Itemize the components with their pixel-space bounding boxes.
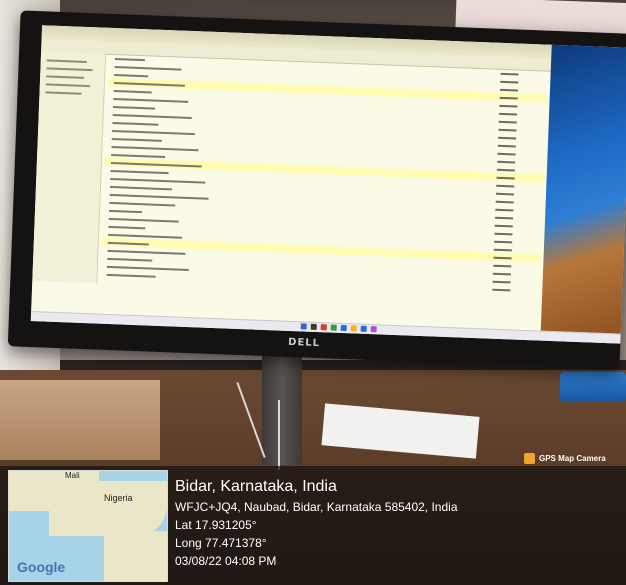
location-address: WFJC+JQ4, Naubad, Bidar, Karnataka 58540…: [175, 500, 458, 514]
location-datetime: 03/08/22 04:08 PM: [175, 554, 277, 568]
side-item: [45, 91, 82, 95]
screen-text-cell: [492, 288, 511, 292]
taskbar-icon: [350, 325, 357, 332]
cable: [278, 400, 280, 470]
screen-text-cell: [498, 136, 517, 140]
row-highlight: [104, 157, 545, 183]
screen-text-row: [113, 90, 152, 94]
screen-text-cell: [494, 232, 513, 236]
screen-text-cell: [492, 272, 511, 276]
screen-text-row: [107, 249, 186, 255]
taskbar-icon: [370, 326, 377, 333]
screen-text-cell: [497, 144, 516, 148]
screen-text-cell: [499, 88, 519, 92]
google-logo: Google: [17, 559, 66, 575]
monitor-stand: [262, 355, 302, 465]
screen-text-row: [114, 66, 182, 71]
screen-text-row: [108, 225, 146, 230]
taskbar-icon: [360, 325, 367, 332]
location-info: Bidar, Karnataka, India WFJC+JQ4, Naubad…: [175, 478, 458, 572]
screen-text-row: [113, 98, 189, 103]
screen-text-row: [114, 58, 145, 62]
screen-text-row: [110, 169, 169, 175]
taskbar-icon: [300, 323, 307, 330]
screen-text-row: [114, 74, 149, 78]
screen-text-row: [110, 177, 206, 184]
map-label-mali: Mali: [65, 471, 80, 480]
location-latitude: Lat 17.931205°: [175, 518, 257, 532]
map-land: [104, 531, 167, 581]
side-panel: [32, 51, 107, 284]
screen-text-row: [109, 185, 172, 191]
screen-text-cell: [497, 152, 516, 156]
screen-text-cell: [499, 112, 518, 116]
side-item: [46, 67, 93, 72]
screen-text-cell: [492, 280, 511, 284]
map-land: [49, 481, 167, 536]
gps-badge-label: GPS Map Camera: [539, 453, 606, 463]
taskbar-icon: [330, 324, 337, 331]
screen-text-row: [106, 273, 156, 278]
screen-text-row: [111, 145, 199, 152]
screen-text-row: [107, 257, 153, 262]
gps-camera-badge: GPS Map Camera: [524, 450, 606, 466]
screen-text-row: [109, 209, 143, 214]
screen-text-row: [106, 265, 189, 272]
screen-text-cell: [500, 80, 519, 84]
desk-object: [560, 372, 626, 402]
row-highlight: [101, 237, 542, 263]
map-thumbnail: Mali Nigeria Google: [8, 470, 168, 582]
screen-text-cell: [496, 184, 515, 188]
camera-icon: [524, 452, 535, 464]
screen-text-cell: [498, 120, 517, 124]
screen-text-cell: [495, 200, 514, 204]
map-label-nigeria: Nigeria: [104, 493, 133, 503]
desk-highlight: [0, 380, 160, 460]
screen-text-row: [109, 193, 209, 200]
screen-text-cell: [495, 216, 514, 220]
taskbar-icon: [320, 324, 327, 331]
screen-text-row: [111, 137, 162, 142]
screen-text-cell: [500, 72, 519, 76]
screen-text-cell: [494, 240, 513, 244]
screen-text-cell: [495, 208, 514, 212]
monitor-brand-logo: DELL: [287, 336, 321, 350]
screen-text-cell: [497, 160, 516, 164]
screen-text-row: [112, 129, 196, 136]
desktop-wallpaper: [540, 44, 626, 344]
screen-text-cell: [499, 104, 518, 108]
location-longitude: Long 77.471378°: [175, 536, 267, 550]
screen-text-row: [112, 105, 156, 110]
monitor-screen: [30, 25, 626, 344]
screen-text-row: [109, 201, 176, 207]
monitor: DELL: [7, 10, 626, 370]
screen-text-cell: [493, 264, 512, 268]
screen-text-cell: [496, 168, 515, 172]
screen-text-row: [112, 121, 159, 126]
photo-scene: DELL GPS Map Camera Mali Nigeria Google …: [0, 0, 626, 585]
screen-text-row: [112, 113, 192, 120]
screen-text-cell: [498, 128, 517, 132]
row-highlight: [107, 77, 548, 103]
taskbar-icon: [310, 323, 317, 330]
app-window: [30, 25, 552, 335]
screen-text-cell: [494, 224, 513, 228]
screen-text-cell: [493, 248, 512, 252]
taskbar-icon: [340, 324, 347, 332]
side-item: [46, 75, 85, 79]
side-item: [45, 83, 90, 88]
side-item: [46, 59, 87, 63]
screen-text-row: [108, 217, 179, 223]
location-title: Bidar, Karnataka, India: [175, 478, 337, 495]
screen-text-cell: [495, 192, 515, 196]
